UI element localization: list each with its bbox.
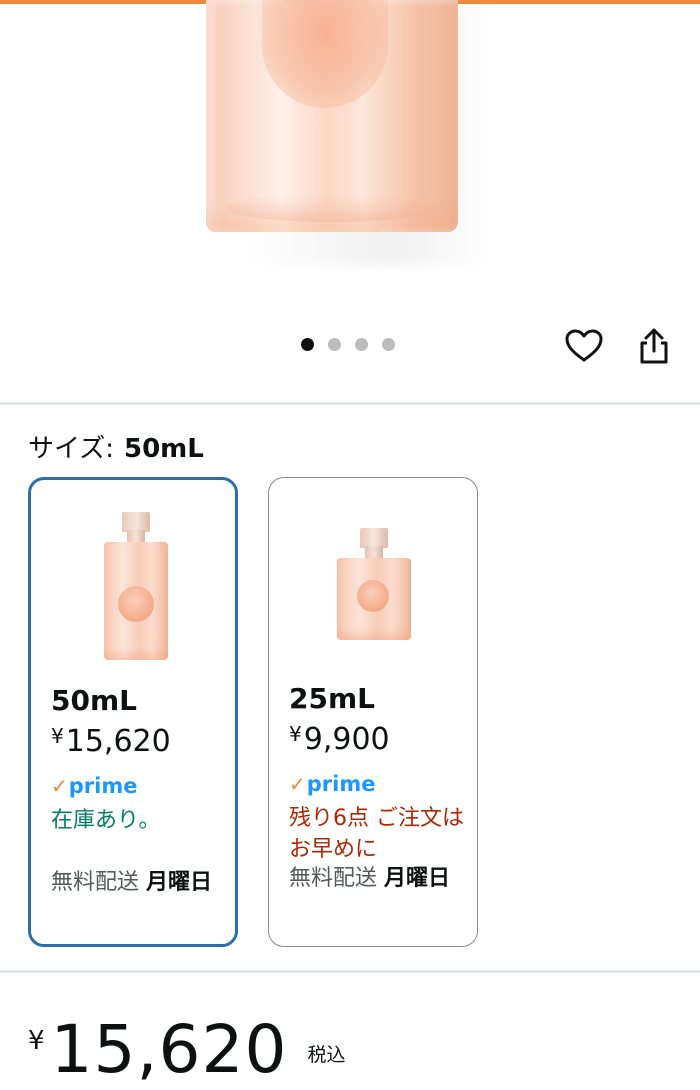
price-value: 15,620	[65, 724, 171, 759]
delivery-day: 月曜日	[384, 866, 451, 891]
prime-label: prime	[68, 774, 138, 798]
bottle-cap	[122, 512, 150, 532]
bottle-base	[226, 194, 438, 222]
currency-symbol: ¥	[28, 1026, 45, 1056]
prime-check-icon: ✓	[51, 774, 68, 798]
share-button[interactable]	[634, 326, 674, 366]
bottle-orb	[357, 580, 389, 612]
size-option-25ml[interactable]: 25mL ¥9,900 ✓ prime 残り6点 ご注文はお早めに 無料配送 月曜…	[268, 477, 478, 947]
price-value: 9,900	[303, 722, 390, 757]
size-label-text: サイズ:	[28, 434, 114, 464]
bottle-orb	[118, 586, 154, 622]
bottle-flask	[337, 558, 411, 640]
gallery-pagination[interactable]	[301, 338, 395, 351]
bottle-flask	[104, 542, 168, 660]
delivery-info: 無料配送 月曜日	[51, 866, 231, 899]
bottle-neck	[365, 546, 383, 558]
stock-status: 残り6点 ご注文はお早めに	[289, 806, 464, 862]
section-divider	[0, 970, 700, 973]
delivery-info: 無料配送 月曜日	[289, 862, 469, 895]
size-selector-label: サイズ: 50mL	[28, 428, 204, 465]
delivery-prefix: 無料配送	[51, 870, 140, 895]
option-size: 50mL	[51, 684, 137, 717]
prime-badge: ✓ prime	[289, 772, 375, 796]
bottle-cap	[360, 528, 388, 548]
delivery-prefix: 無料配送	[289, 866, 378, 891]
currency-symbol: ¥	[51, 724, 64, 748]
selected-size-value: 50mL	[123, 434, 204, 464]
share-icon	[640, 328, 668, 364]
gallery-dot-2[interactable]	[328, 338, 341, 351]
stock-status: 在庫あり。	[51, 808, 161, 833]
prime-badge: ✓ prime	[51, 774, 137, 798]
gallery-dot-3[interactable]	[355, 338, 368, 351]
currency-symbol: ¥	[289, 722, 302, 746]
section-divider	[0, 402, 700, 405]
delivery-day: 月曜日	[146, 870, 213, 895]
heart-icon	[565, 329, 603, 362]
price-amount: 15,620	[50, 1011, 288, 1088]
option-price: ¥9,900	[289, 722, 390, 757]
option-thumbnail	[31, 500, 235, 670]
prime-label: prime	[306, 772, 376, 796]
option-size: 25mL	[289, 682, 375, 715]
gallery-dot-4[interactable]	[382, 338, 395, 351]
prime-check-icon: ✓	[289, 772, 306, 796]
product-image-gallery[interactable]	[0, 0, 700, 404]
option-thumbnail	[269, 498, 477, 668]
gallery-dot-1[interactable]	[301, 338, 314, 351]
tax-label: 税込	[307, 1044, 346, 1066]
main-price: ¥ 15,620 税込	[28, 1010, 346, 1090]
option-price: ¥15,620	[51, 724, 171, 759]
size-option-50ml[interactable]: 50mL ¥15,620 ✓ prime 在庫あり。 無料配送 月曜日	[28, 477, 238, 947]
wishlist-button[interactable]	[564, 326, 604, 366]
